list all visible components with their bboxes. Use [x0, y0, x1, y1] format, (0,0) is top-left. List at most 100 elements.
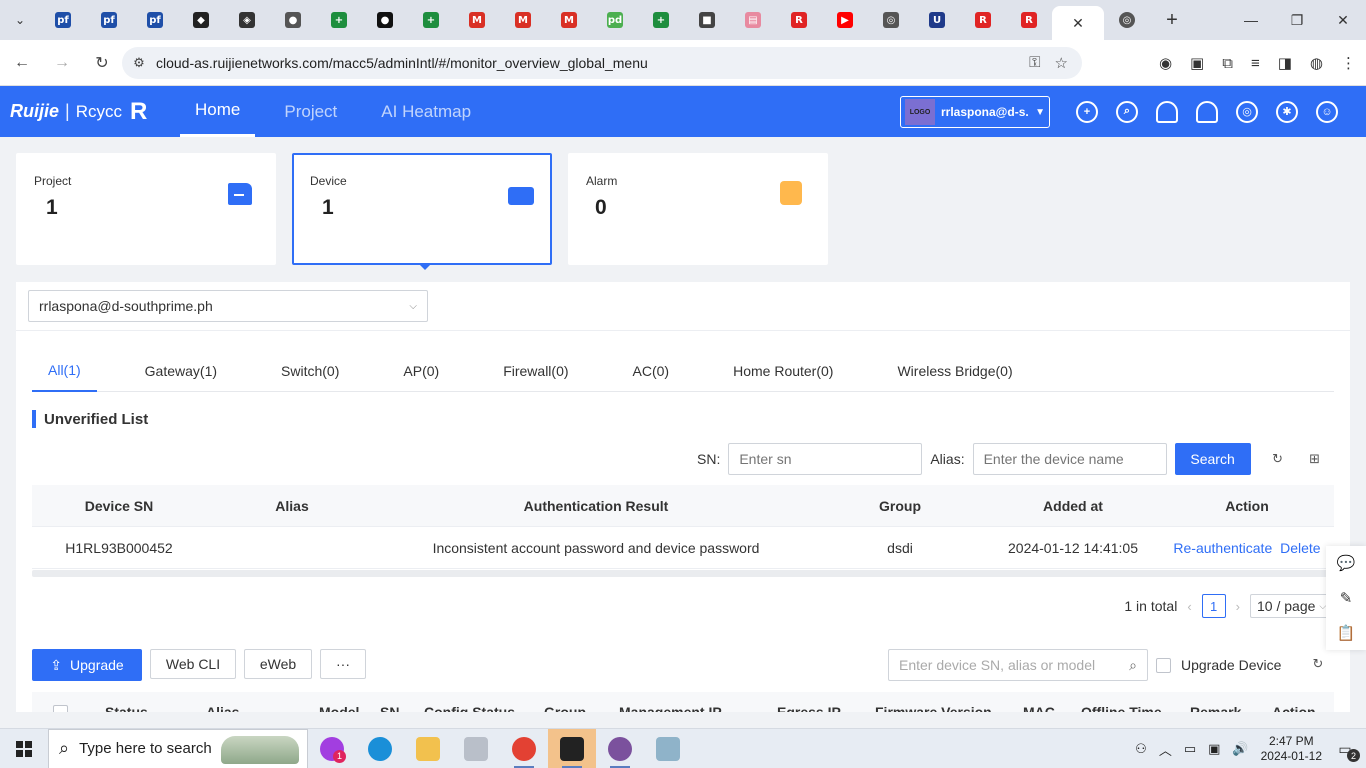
- browser-tab[interactable]: +: [408, 0, 454, 40]
- tray-chevron-up-icon[interactable]: ︿: [1159, 740, 1172, 759]
- refresh-icon[interactable]: ↻: [1267, 448, 1289, 470]
- taskbar-file-explorer[interactable]: [404, 729, 452, 768]
- extension-app-icon[interactable]: ▣: [1190, 54, 1204, 72]
- upgrade-device-filter[interactable]: Upgrade Device: [1156, 657, 1281, 673]
- nav-project[interactable]: Project: [269, 86, 352, 137]
- browser-tab[interactable]: M: [546, 0, 592, 40]
- people-icon[interactable]: ⚇: [1135, 741, 1147, 757]
- column-settings-icon[interactable]: ⊞: [1304, 448, 1326, 470]
- tab-switch[interactable]: Switch(0): [265, 350, 355, 392]
- col-sn[interactable]: SN: [380, 704, 399, 712]
- tab-gateway[interactable]: Gateway(1): [129, 350, 233, 392]
- settings-gear-icon[interactable]: ✱: [1276, 100, 1298, 123]
- col-offline-time[interactable]: Offline Time: [1081, 704, 1162, 712]
- browser-tab[interactable]: R: [960, 0, 1006, 40]
- browser-tab[interactable]: M: [500, 0, 546, 40]
- upgrade-device-checkbox[interactable]: [1156, 657, 1171, 673]
- col-egress-ip[interactable]: Egress IP: [777, 704, 841, 712]
- taskbar-edge[interactable]: [356, 729, 404, 768]
- close-window-button[interactable]: ✕: [1320, 0, 1366, 40]
- tab-search-chevron-icon[interactable]: ⌄: [0, 0, 40, 40]
- browser-tab[interactable]: +: [316, 0, 362, 40]
- col-model[interactable]: Model: [319, 704, 359, 712]
- more-menu-icon[interactable]: ⋮: [1341, 54, 1356, 72]
- pager-page-1[interactable]: 1: [1201, 594, 1226, 618]
- col-remark[interactable]: Remark: [1190, 704, 1241, 712]
- chat-bubble-icon[interactable]: 💬: [1337, 554, 1356, 572]
- taskbar-mail[interactable]: [452, 729, 500, 768]
- browser-tab[interactable]: pf: [86, 0, 132, 40]
- browser-tab[interactable]: +: [638, 0, 684, 40]
- address-bar[interactable]: ⚙ cloud-as.ruijienetworks.com/macc5/admi…: [122, 47, 1082, 79]
- alarm-bell-icon[interactable]: [1196, 100, 1218, 123]
- browser-tab[interactable]: ●: [362, 0, 408, 40]
- tab-home-router[interactable]: Home Router(0): [717, 350, 849, 392]
- profile-avatar-icon[interactable]: ◍: [1310, 54, 1323, 72]
- browser-tab[interactable]: ●: [270, 0, 316, 40]
- reading-list-icon[interactable]: ≡: [1251, 55, 1260, 72]
- network-icon[interactable]: ▣: [1208, 741, 1220, 757]
- minimize-button[interactable]: —: [1228, 0, 1274, 40]
- project-card[interactable]: Project 1: [16, 153, 276, 265]
- web-cli-button[interactable]: Web CLI: [150, 649, 236, 679]
- tab-firewall[interactable]: Firewall(0): [487, 350, 584, 392]
- taskbar-clock[interactable]: 2:47 PM 2024-01-12: [1261, 734, 1322, 764]
- browser-tab[interactable]: R: [776, 0, 822, 40]
- col-status[interactable]: Status: [105, 704, 148, 712]
- browser-tab[interactable]: U: [914, 0, 960, 40]
- back-button[interactable]: ←: [4, 45, 40, 81]
- browser-tab[interactable]: pf: [40, 0, 86, 40]
- clipboard-icon[interactable]: 📋: [1337, 624, 1356, 642]
- col-group[interactable]: Group: [544, 704, 586, 712]
- site-info-icon[interactable]: ⚙: [122, 55, 156, 71]
- device-search-input[interactable]: Enter device SN, alias or model ⌕: [888, 649, 1148, 681]
- eweb-button[interactable]: eWeb: [244, 649, 312, 679]
- search-button[interactable]: Search: [1174, 443, 1251, 475]
- taskbar-chrome[interactable]: [500, 729, 548, 768]
- browser-tab[interactable]: ◈: [224, 0, 270, 40]
- browser-tab[interactable]: R: [1006, 0, 1052, 40]
- page-size-select[interactable]: 10 / page ⌵: [1250, 594, 1334, 618]
- table-horizontal-scrollbar[interactable]: [32, 570, 1334, 577]
- user-account-icon[interactable]: ☺: [1316, 100, 1338, 123]
- feedback-pen-icon[interactable]: ✎: [1340, 589, 1353, 607]
- nav-home[interactable]: Home: [180, 86, 256, 137]
- puzzle-icon[interactable]: ⧉: [1222, 55, 1233, 72]
- select-all-checkbox[interactable]: [53, 705, 68, 712]
- browser-tab[interactable]: ■: [684, 0, 730, 40]
- active-tab[interactable]: ✕: [1052, 6, 1104, 40]
- reload-button[interactable]: ↻: [84, 45, 120, 81]
- maximize-button[interactable]: ❐: [1274, 0, 1320, 40]
- taskbar-search[interactable]: ⌕ Type here to search: [48, 728, 308, 768]
- browser-tab[interactable]: ▶: [822, 0, 868, 40]
- col-alias[interactable]: Alias: [206, 704, 239, 712]
- key-icon[interactable]: ⚿: [1029, 54, 1040, 72]
- tab-ap[interactable]: AP(0): [387, 350, 455, 392]
- reauthenticate-link[interactable]: Re-authenticate: [1173, 540, 1272, 556]
- close-tab-icon[interactable]: ✕: [1072, 15, 1084, 32]
- grammarly-icon[interactable]: ◉: [1159, 54, 1172, 72]
- tab-ac[interactable]: AC(0): [617, 350, 686, 392]
- sn-input[interactable]: [728, 443, 923, 475]
- notification-center-icon[interactable]: ▭ 2: [1334, 738, 1360, 762]
- taskbar-sticky-notes[interactable]: [548, 728, 596, 768]
- account-selector[interactable]: LOGO rrlaspona@d-s... ▼: [900, 96, 1050, 128]
- start-button[interactable]: [0, 729, 48, 768]
- tab-all[interactable]: All(1): [32, 350, 97, 392]
- add-icon[interactable]: +: [1076, 100, 1098, 123]
- account-dropdown[interactable]: rrlaspona@d-southprime.ph ⌵: [28, 290, 428, 322]
- notification-bell-icon[interactable]: [1156, 100, 1178, 123]
- upgrade-button[interactable]: ⇪ Upgrade: [32, 649, 142, 681]
- tab-wireless-bridge[interactable]: Wireless Bridge(0): [881, 350, 1028, 392]
- volume-icon[interactable]: 🔊: [1232, 741, 1248, 757]
- forward-button[interactable]: →: [44, 45, 80, 81]
- browser-tab[interactable]: ▤: [730, 0, 776, 40]
- alias-input[interactable]: [972, 443, 1167, 475]
- ruijie-logo[interactable]: Ruijie | Rcycc R: [10, 98, 147, 126]
- pager-prev-icon[interactable]: ‹: [1187, 599, 1191, 614]
- col-management-ip[interactable]: Management IP: [619, 704, 722, 712]
- refresh-icon[interactable]: ↻: [1307, 653, 1329, 675]
- browser-tab[interactable]: M: [454, 0, 500, 40]
- new-tab-button[interactable]: +: [1150, 0, 1194, 40]
- col-config-status[interactable]: Config Status: [424, 704, 515, 712]
